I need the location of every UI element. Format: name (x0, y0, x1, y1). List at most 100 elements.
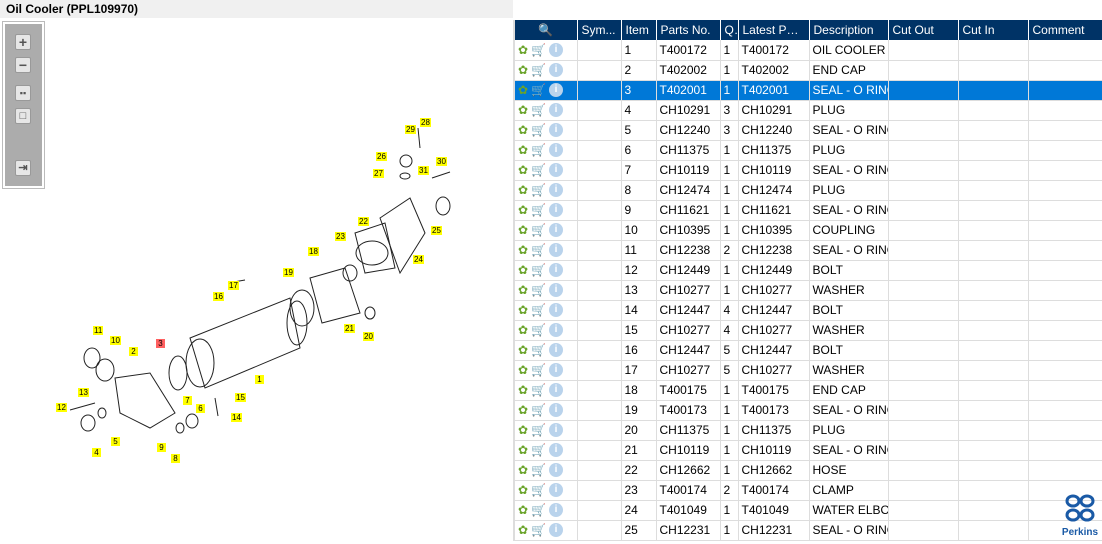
cart-icon[interactable]: 🛒 (531, 143, 546, 157)
table-row[interactable]: ✿ 🛒 i 22 CH12662 1 CH12662 HOSE (515, 460, 1102, 481)
cart-icon[interactable]: 🛒 (531, 83, 546, 97)
gear-icon[interactable]: ✿ (518, 203, 528, 217)
gear-icon[interactable]: ✿ (518, 263, 528, 277)
callout-11[interactable]: 11 (93, 326, 104, 335)
callout-22[interactable]: 22 (358, 217, 369, 226)
table-row[interactable]: ✿ 🛒 i 14 CH12447 4 CH12447 BOLT (515, 300, 1102, 321)
table-row[interactable]: ✿ 🛒 i 20 CH11375 1 CH11375 PLUG (515, 420, 1102, 441)
table-row[interactable]: ✿ 🛒 i 10 CH10395 1 CH10395 COUPLING (515, 220, 1102, 241)
column-header-parts-no[interactable]: Parts No. (656, 20, 721, 40)
cart-icon[interactable]: 🛒 (531, 223, 546, 237)
cart-icon[interactable]: 🛒 (531, 403, 546, 417)
callout-6[interactable]: 6 (196, 404, 205, 413)
info-icon[interactable]: i (549, 523, 564, 538)
callout-4[interactable]: 4 (92, 448, 101, 457)
table-row[interactable]: ✿🛒i24T4010491T401049WATER ELBOW (515, 500, 1102, 521)
callout-29[interactable]: 29 (405, 125, 416, 134)
info-icon[interactable]: i (549, 343, 564, 358)
gear-icon[interactable]: ✿ (518, 363, 528, 377)
cart-icon[interactable]: 🛒 (531, 503, 546, 517)
table-row[interactable]: ✿ 🛒 i 15 CH10277 4 CH10277 WASHER (515, 320, 1102, 341)
table-row[interactable]: ✿ 🛒 i 6 CH11375 1 CH11375 PLUG (515, 140, 1102, 161)
callout-12[interactable]: 12 (56, 403, 67, 412)
table-row[interactable]: ✿ 🛒 i 21 CH10119 1 CH10119 SEAL - O RING (515, 440, 1102, 461)
callout-26[interactable]: 26 (376, 152, 387, 161)
table-row[interactable]: ✿ 🛒 i 3 T402001 1 T402001 SEAL - O RING (515, 80, 1102, 101)
callout-20[interactable]: 20 (363, 332, 374, 341)
table-row[interactable]: ✿ 🛒 i 19 T400173 1 T400173 SEAL - O RING (515, 400, 1102, 421)
table-row[interactable]: ✿ 🛒 i 18 T400175 1 T400175 END CAP (515, 380, 1102, 401)
gear-icon[interactable]: ✿ (518, 143, 528, 157)
callout-23[interactable]: 23 (335, 232, 346, 241)
cart-icon[interactable]: 🛒 (531, 43, 546, 57)
callout-16[interactable]: 16 (213, 292, 224, 301)
callout-31[interactable]: 31 (418, 166, 429, 175)
table-row[interactable]: ✿ 🛒 i 2 T402002 1 T402002 END CAP (515, 60, 1102, 81)
info-icon[interactable]: i (549, 263, 564, 278)
table-row[interactable]: ✿ 🛒 i 17 CH10277 5 CH10277 WASHER (515, 360, 1102, 381)
cart-icon[interactable]: 🛒 (531, 483, 546, 497)
gear-icon[interactable]: ✿ (518, 343, 528, 357)
cart-icon[interactable]: 🛒 (531, 343, 546, 357)
callout-7[interactable]: 7 (183, 396, 192, 405)
cart-icon[interactable]: 🛒 (531, 523, 546, 537)
table-row[interactable]: ✿ 🛒 i 13 CH10277 1 CH10277 WASHER (515, 280, 1102, 301)
table-row[interactable]: ✿ 🛒 i 11 CH12238 2 CH12238 SEAL - O RING (515, 240, 1102, 261)
gear-icon[interactable]: ✿ (518, 423, 528, 437)
gear-icon[interactable]: ✿ (518, 243, 528, 257)
cart-icon[interactable]: 🛒 (531, 303, 546, 317)
gear-icon[interactable]: ✿ (518, 283, 528, 297)
gear-icon[interactable]: ✿ (518, 463, 528, 477)
callout-30[interactable]: 30 (436, 157, 447, 166)
info-icon[interactable]: i (549, 63, 564, 78)
gear-icon[interactable]: ✿ (518, 43, 528, 57)
info-icon[interactable]: i (549, 283, 564, 298)
info-icon[interactable]: i (549, 363, 564, 378)
gear-icon[interactable]: ✿ (518, 183, 528, 197)
cart-icon[interactable]: 🛒 (531, 423, 546, 437)
callout-24[interactable]: 24 (413, 255, 424, 264)
callout-15[interactable]: 15 (235, 393, 246, 402)
cart-icon[interactable]: 🛒 (531, 243, 546, 257)
info-icon[interactable]: i (549, 463, 564, 478)
column-header-actions[interactable]: 🔍 (515, 20, 578, 40)
callout-25[interactable]: 25 (431, 226, 442, 235)
cart-icon[interactable]: 🛒 (531, 103, 546, 117)
table-row[interactable]: ✿ 🛒 i 8 CH12474 1 CH12474 PLUG (515, 180, 1102, 201)
info-icon[interactable]: i (549, 443, 564, 458)
table-row[interactable]: ✿ 🛒 i 9 CH11621 1 CH11621 SEAL - O RING (515, 200, 1102, 221)
cart-icon[interactable]: 🛒 (531, 183, 546, 197)
callout-8[interactable]: 8 (171, 454, 180, 463)
table-row[interactable]: ✿ 🛒 i 5 CH12240 3 CH12240 SEAL - O RING (515, 120, 1102, 141)
info-icon[interactable]: i (549, 383, 564, 398)
gear-icon[interactable]: ✿ (518, 403, 528, 417)
info-icon[interactable]: i (549, 223, 564, 238)
table-row[interactable]: ✿ 🛒 i 16 CH12447 5 CH12447 BOLT (515, 340, 1102, 361)
table-row[interactable]: ✿ 🛒 i 25 CH12231 1 CH12231 SEAL - O RING (515, 520, 1102, 541)
callout-2[interactable]: 2 (129, 347, 138, 356)
cart-icon[interactable]: 🛒 (531, 63, 546, 77)
gear-icon[interactable]: ✿ (518, 383, 528, 397)
callout-19[interactable]: 19 (283, 268, 294, 277)
table-row[interactable]: ✿ 🛒 i 4 CH10291 3 CH10291 PLUG (515, 100, 1102, 121)
info-icon[interactable]: i (549, 203, 564, 218)
info-icon[interactable]: i (549, 243, 564, 258)
gear-icon[interactable]: ✿ (518, 123, 528, 137)
callout-21[interactable]: 21 (344, 324, 355, 333)
gear-icon[interactable]: ✿ (518, 163, 528, 177)
table-row[interactable]: ✿ 🛒 i 1 T400172 1 T400172 OIL COOLER (515, 40, 1102, 61)
info-icon[interactable]: i (549, 43, 564, 58)
cart-icon[interactable]: 🛒 (531, 383, 546, 397)
table-row[interactable]: ✿ 🛒 i 7 CH10119 1 CH10119 SEAL - O RING (515, 160, 1102, 181)
column-header-cut-out[interactable]: Cut Out (888, 20, 959, 40)
info-icon[interactable]: i (549, 483, 564, 498)
gear-icon[interactable]: ✿ (518, 223, 528, 237)
column-header-latest-par[interactable]: Latest Par... (738, 20, 810, 40)
gear-icon[interactable]: ✿ (518, 83, 528, 97)
cart-icon[interactable]: 🛒 (531, 123, 546, 137)
callout-5[interactable]: 5 (111, 437, 120, 446)
column-header-sym[interactable]: Sym... (577, 20, 622, 40)
gear-icon[interactable]: ✿ (518, 103, 528, 117)
info-icon[interactable]: i (549, 143, 564, 158)
info-icon[interactable]: i (549, 123, 564, 138)
